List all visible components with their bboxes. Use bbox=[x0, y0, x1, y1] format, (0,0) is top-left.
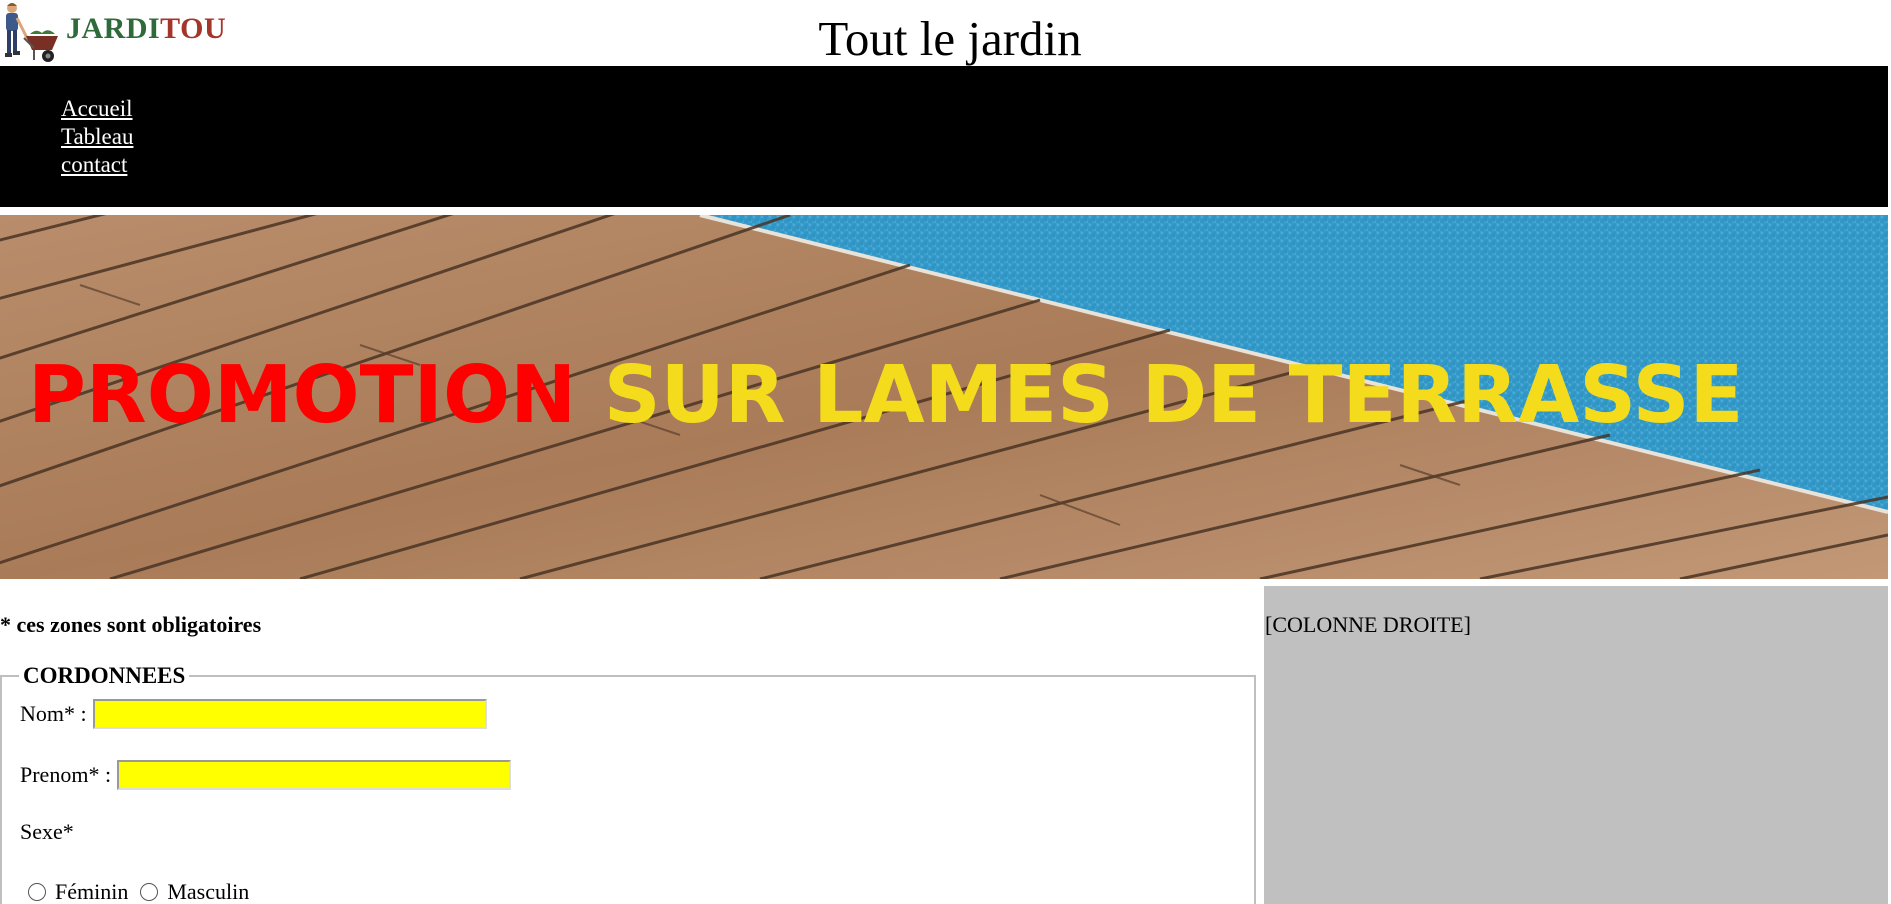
page-title: Tout le jardin bbox=[818, 11, 1082, 66]
promo-banner[interactable]: PROMOTION SUR LAMES DE TERRASSE bbox=[0, 215, 1888, 579]
nom-label: Nom* : bbox=[20, 701, 87, 726]
main-nav: Accueil Tableau contact bbox=[0, 66, 1888, 207]
fieldset-legend: CORDONNEES bbox=[19, 662, 190, 690]
sexe-options: Féminin Masculin bbox=[28, 878, 249, 904]
nav-link-accueil[interactable]: Accueil bbox=[61, 96, 133, 121]
promo-text: PROMOTION SUR LAMES DE TERRASSE bbox=[28, 345, 1744, 445]
promo-text-red: PROMOTION bbox=[28, 349, 577, 441]
page: JARDITOU Tout le jardin Accueil Tableau … bbox=[0, 0, 1891, 904]
site-header: JARDITOU Tout le jardin bbox=[0, 0, 1891, 66]
nom-row: Nom* : bbox=[20, 699, 487, 729]
radio-feminin-label[interactable]: Féminin bbox=[55, 878, 128, 904]
nav-item-tableau: Tableau bbox=[61, 123, 133, 151]
prenom-row: Prenom* : bbox=[20, 760, 512, 790]
nav-item-contact: contact bbox=[61, 151, 133, 179]
promo-text-yellow: SUR LAMES DE TERRASSE bbox=[603, 349, 1744, 441]
nav-link-contact[interactable]: contact bbox=[61, 152, 127, 177]
main-content: * ces zones sont obligatoires CORDONNEES… bbox=[0, 586, 1264, 904]
radio-masculin-label[interactable]: Masculin bbox=[167, 878, 249, 904]
nav-link-tableau[interactable]: Tableau bbox=[61, 124, 133, 149]
prenom-input[interactable] bbox=[117, 760, 512, 790]
nom-input[interactable] bbox=[92, 699, 487, 729]
sexe-row: Sexe* bbox=[20, 818, 74, 846]
nav-item-accueil: Accueil bbox=[61, 95, 133, 123]
radio-masculin[interactable] bbox=[140, 883, 159, 901]
sexe-label: Sexe* bbox=[20, 819, 74, 844]
right-column-label: [COLONNE DROITE] bbox=[1265, 612, 1471, 637]
radio-feminin[interactable] bbox=[28, 883, 46, 901]
right-column: [COLONNE DROITE] bbox=[1264, 586, 1888, 904]
required-note: * ces zones sont obligatoires bbox=[0, 612, 262, 637]
nav-list: Accueil Tableau contact bbox=[61, 95, 133, 179]
prenom-label: Prenom* : bbox=[20, 762, 112, 787]
